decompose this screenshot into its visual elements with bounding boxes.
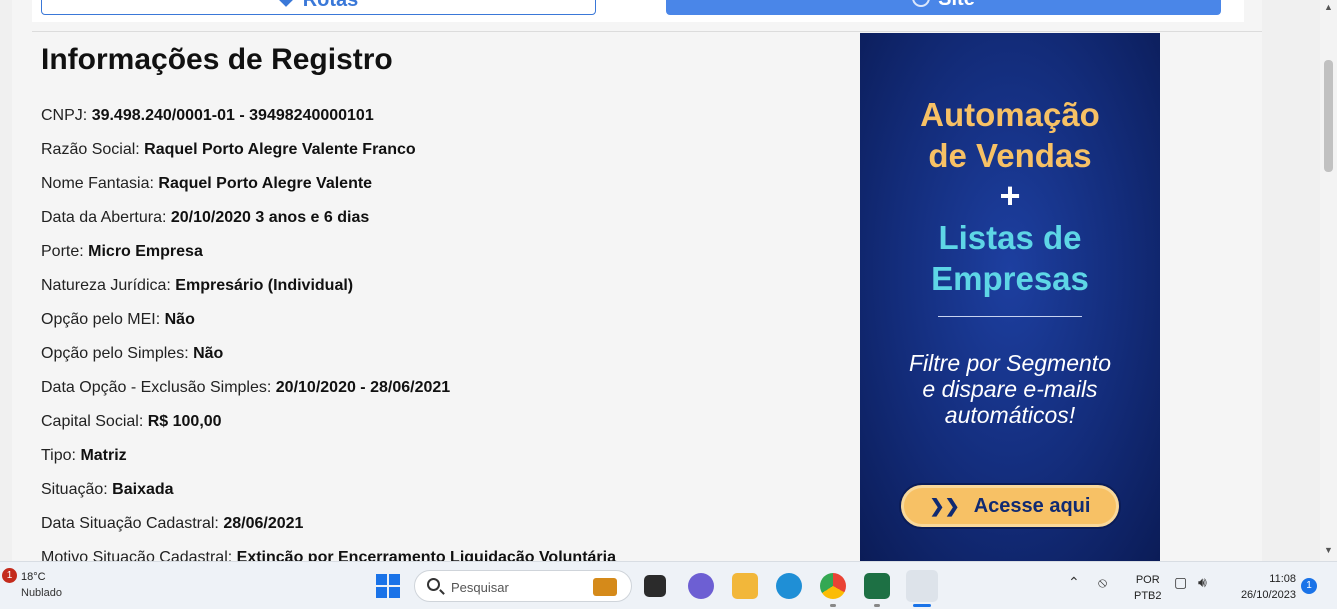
info-row-motivo-situacao: Motivo Situação Cadastral: Extinção por …: [41, 549, 616, 561]
info-value: Não: [164, 311, 195, 328]
file-explorer-icon[interactable]: [732, 573, 758, 599]
ad-headline-3: Listas de: [938, 219, 1082, 256]
active-indicator: [913, 604, 931, 607]
info-value: Micro Empresa: [88, 243, 203, 260]
info-label: Tipo:: [41, 447, 76, 464]
chrome-browser-icon[interactable]: [820, 573, 846, 599]
running-indicator: [830, 604, 836, 607]
scroll-up-icon[interactable]: ▲: [1324, 2, 1333, 12]
snipping-tool-icon[interactable]: [906, 570, 938, 602]
ad-subtitle-3: automáticos!: [944, 402, 1076, 428]
info-value: Raquel Porto Alegre Valente: [158, 175, 373, 192]
info-label: Opção pelo Simples:: [41, 345, 189, 362]
vertical-scrollbar[interactable]: ▲ ▼: [1320, 0, 1337, 561]
info-label: Data Situação Cadastral:: [41, 515, 219, 532]
info-value: Matriz: [80, 447, 127, 464]
site-button[interactable]: Site: [666, 0, 1221, 15]
map-pin-icon: [275, 0, 296, 7]
info-value: Baixada: [112, 481, 174, 498]
browser-viewport: Rotas Site Informações de Registro CNPJ:…: [0, 0, 1320, 561]
ad-plus: +: [999, 175, 1021, 216]
info-label: Opção pelo MEI:: [41, 311, 161, 328]
display-icon[interactable]: ▢: [1174, 574, 1187, 591]
info-row-data-situacao: Data Situação Cadastral: 28/06/2021: [41, 515, 303, 533]
language-indicator[interactable]: POR PTB2: [1134, 572, 1162, 604]
notification-badge[interactable]: 1: [1301, 578, 1317, 594]
scroll-down-icon[interactable]: ▼: [1324, 545, 1333, 555]
ad-subtitle-2: e dispare e-mails: [922, 376, 1098, 402]
info-row-tipo: Tipo: Matriz: [41, 447, 127, 465]
info-value: R$ 100,00: [147, 413, 222, 430]
info-row-natureza-juridica: Natureza Jurídica: Empresário (Individua…: [41, 277, 353, 295]
info-label: Situação:: [41, 481, 108, 498]
info-row-opcao-mei: Opção pelo MEI: Não: [41, 311, 195, 329]
teams-chat-icon[interactable]: [688, 573, 714, 599]
info-label: Capital Social:: [41, 413, 144, 430]
info-value: Não: [193, 345, 224, 362]
rotas-button[interactable]: Rotas: [41, 0, 596, 15]
page-content: Rotas Site Informações de Registro CNPJ:…: [12, 0, 1262, 561]
globe-icon: [912, 0, 931, 7]
section-divider: [32, 31, 1262, 32]
volume-icon[interactable]: 🔊︎: [1198, 574, 1207, 591]
info-value: Raquel Porto Alegre Valente Franco: [144, 141, 416, 158]
ad-banner[interactable]: Automação de Vendas + Listas de Empresas…: [860, 33, 1160, 561]
info-row-cnpj: CNPJ: 39.498.240/0001-01 - 3949824000010…: [41, 107, 374, 125]
info-row-porte: Porte: Micro Empresa: [41, 243, 203, 261]
keyboard-layout: PTB2: [1134, 590, 1162, 602]
taskbar-search[interactable]: Pesquisar: [414, 570, 632, 602]
ad-divider: [938, 316, 1082, 317]
weather-description[interactable]: Nublado: [21, 587, 62, 599]
ad-headline-2: de Vendas: [928, 137, 1092, 174]
info-label: Natureza Jurídica:: [41, 277, 171, 294]
ad-cta-button[interactable]: ❯❯ Acesse aqui: [901, 485, 1119, 527]
section-title: Informações de Registro: [41, 43, 393, 76]
info-label: Porte:: [41, 243, 84, 260]
ad-headline-4: Empresas: [931, 260, 1089, 297]
info-value: 28/06/2021: [223, 515, 304, 532]
ad-cta-label: Acesse aqui: [973, 495, 1091, 517]
info-row-situacao: Situação: Baixada: [41, 481, 174, 499]
network-offline-icon[interactable]: ⦸: [1098, 574, 1107, 591]
clock-date: 26/10/2023: [1240, 589, 1296, 601]
info-value: 20/10/2020 - 28/06/2021: [275, 379, 451, 396]
search-icon: [427, 578, 440, 591]
taskbar: 1 18°C Nublado Pesquisar ⌃ ⦸ POR PTB2 ▢ 🔊…: [0, 561, 1337, 609]
ad-headline-1: Automação: [920, 96, 1100, 133]
lang-code: POR: [1135, 574, 1160, 586]
info-row-capital-social: Capital Social: R$ 100,00: [41, 413, 222, 431]
weather-temperature[interactable]: 18°C: [21, 571, 46, 583]
ad-subtitle-1: Filtre por Segmento: [909, 350, 1111, 376]
system-clock[interactable]: 11:08 26/10/2023: [1230, 571, 1296, 603]
running-indicator: [874, 604, 880, 607]
search-placeholder: Pesquisar: [451, 580, 509, 595]
info-label: Data Opção - Exclusão Simples:: [41, 379, 272, 396]
excel-icon[interactable]: [864, 573, 890, 599]
info-label: Nome Fantasia:: [41, 175, 154, 192]
info-label: CNPJ:: [41, 107, 88, 124]
info-value: 20/10/2020 3 anos e 6 dias: [170, 209, 370, 226]
info-label: Razão Social:: [41, 141, 140, 158]
info-row-data-opcao-exclusao: Data Opção - Exclusão Simples: 20/10/202…: [41, 379, 450, 397]
info-value: Empresário (Individual): [175, 277, 354, 294]
double-chevron-right-icon: ❯❯: [929, 496, 960, 516]
info-label: Data da Abertura:: [41, 209, 167, 226]
info-row-razao-social: Razão Social: Raquel Porto Alegre Valent…: [41, 141, 416, 159]
info-row-opcao-simples: Opção pelo Simples: Não: [41, 345, 223, 363]
task-view-icon[interactable]: [644, 575, 666, 597]
clock-time: 11:08: [1269, 573, 1296, 585]
info-value: 39.498.240/0001-01 - 39498240000101: [91, 107, 374, 124]
info-row-nome-fantasia: Nome Fantasia: Raquel Porto Alegre Valen…: [41, 175, 372, 193]
rotas-label: Rotas: [302, 0, 359, 11]
show-hidden-icons-icon[interactable]: ⌃: [1068, 574, 1080, 591]
scrollbar-thumb[interactable]: [1324, 60, 1333, 172]
site-label: Site: [938, 0, 975, 10]
briefcase-icon: [593, 578, 617, 596]
info-row-data-abertura: Data da Abertura: 20/10/2020 3 anos e 6 …: [41, 209, 369, 227]
weather-alert-badge[interactable]: 1: [2, 568, 17, 583]
edge-browser-icon[interactable]: [776, 573, 802, 599]
info-value: Extinção por Encerramento Liquidação Vol…: [236, 549, 616, 561]
windows-start-icon[interactable]: [376, 574, 400, 598]
info-label: Motivo Situação Cadastral:: [41, 549, 233, 561]
